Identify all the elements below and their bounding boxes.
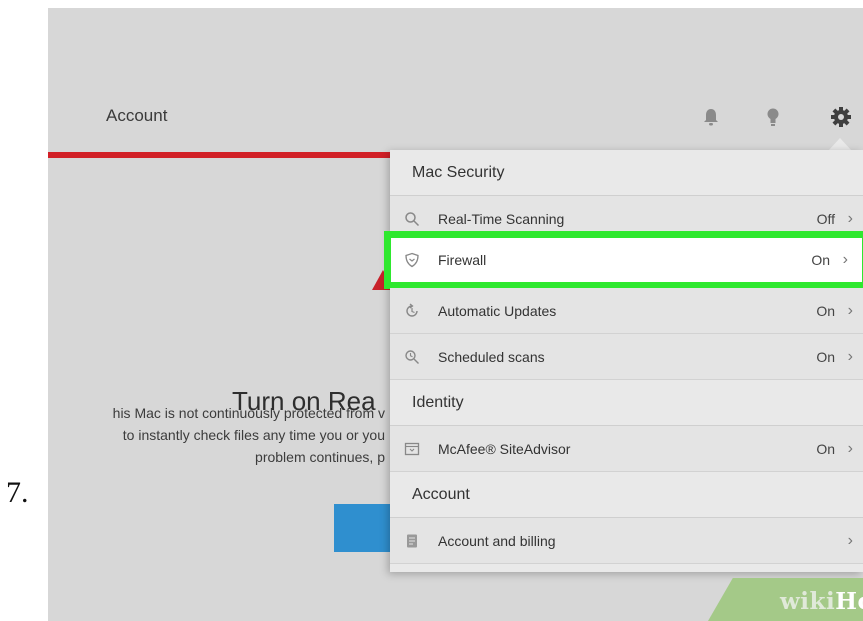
chevron-right-icon: ›: [847, 348, 853, 365]
shield-icon: [405, 252, 419, 268]
menu-item-automatic-updates[interactable]: Automatic Updates On ›: [390, 288, 863, 334]
section-identity: Identity: [390, 380, 863, 426]
menu-item-label: Account and billing: [438, 533, 556, 549]
section-mac-security: Mac Security: [390, 150, 863, 196]
menu-item-label: Automatic Updates: [438, 303, 557, 319]
menu-item-firewall[interactable]: Firewall On ›: [384, 231, 863, 289]
status-text: On: [816, 441, 835, 457]
bell-icon[interactable]: [700, 106, 722, 128]
refresh-icon: [406, 303, 418, 317]
chevron-right-icon: ›: [847, 302, 853, 319]
menu-item-siteadvisor[interactable]: McAfee® SiteAdvisor On ›: [390, 426, 863, 472]
menu-item-label: McAfee® SiteAdvisor: [438, 441, 571, 457]
document-icon: [407, 534, 417, 548]
description-line: his Mac is not continuously protected fr…: [112, 405, 385, 421]
status-text: On: [811, 252, 830, 268]
step-number: 7.: [6, 476, 29, 509]
watermark-logo: wikiHow: [780, 588, 863, 615]
description-line: to instantly check files any time you or…: [122, 427, 385, 443]
section-account: Account: [390, 472, 863, 518]
description-line: problem continues, p: [255, 449, 385, 465]
status-text: On: [816, 349, 835, 365]
lightbulb-icon[interactable]: [762, 106, 784, 128]
app-window: Account Turn on Rea his Mac is not conti…: [48, 8, 863, 621]
chevron-right-icon: ›: [847, 532, 853, 549]
chevron-right-icon: ›: [847, 440, 853, 457]
menu-item-label: Scheduled scans: [438, 349, 545, 365]
settings-dropdown: Mac Security Real-Time Scanning Off › Fi…: [384, 150, 863, 572]
search-icon: [405, 212, 420, 227]
turn-on-button[interactable]: [334, 504, 394, 552]
gear-icon[interactable]: [830, 106, 852, 128]
status-bar: [48, 152, 398, 158]
menu-item-label: Firewall: [438, 252, 487, 268]
main-description: his Mac is not continuously protected fr…: [48, 402, 385, 468]
status-text: On: [816, 303, 835, 319]
menu-item-scheduled-scans[interactable]: Scheduled scans On ›: [390, 334, 863, 380]
scan-icon: [405, 350, 419, 364]
chevron-right-icon: ›: [842, 251, 848, 268]
menu-item-account-billing[interactable]: Account and billing ›: [390, 518, 863, 564]
page-title: Account: [106, 106, 168, 125]
browser-icon: [404, 442, 420, 456]
